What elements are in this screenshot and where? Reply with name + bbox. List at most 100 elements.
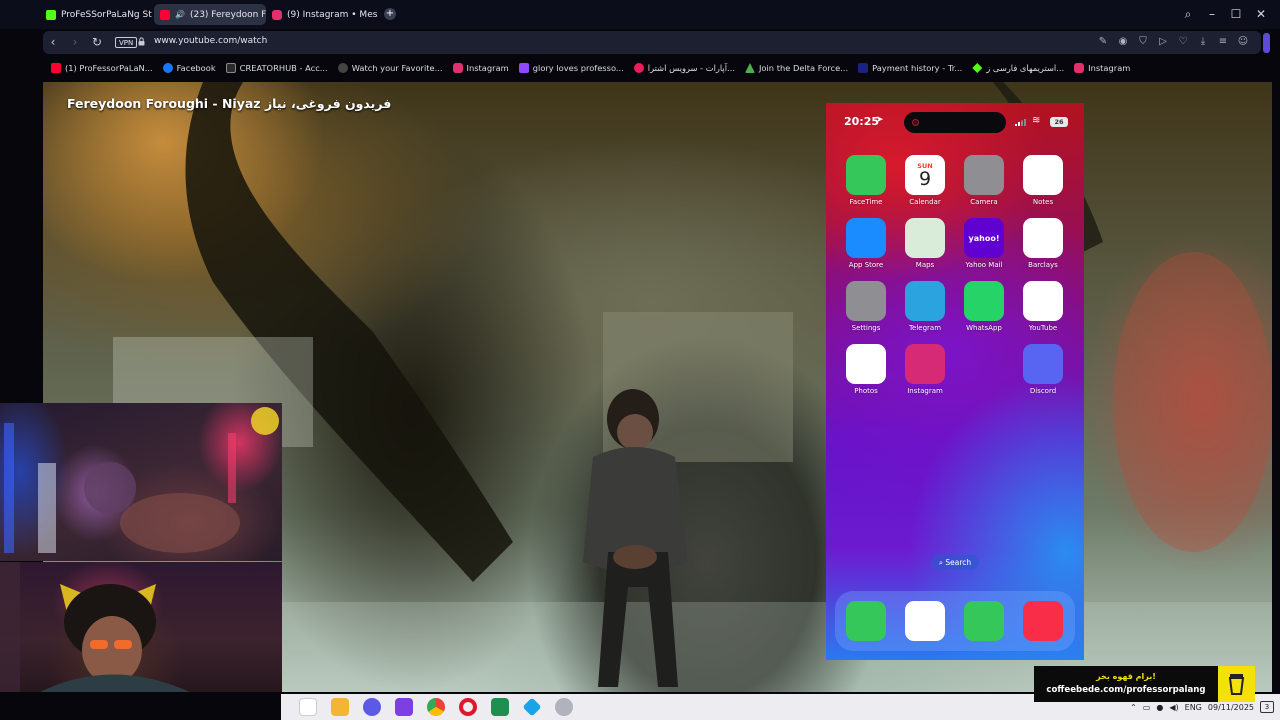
back-button[interactable]: ‹ [45, 34, 61, 50]
vpn-badge[interactable]: VPN [115, 37, 138, 48]
tab-instagram[interactable]: (9) Instagram • Messages [266, 4, 378, 25]
notification-badge[interactable]: 3 [1260, 701, 1274, 713]
settings-icon [846, 281, 886, 321]
bookmark-item[interactable]: Facebook [162, 63, 216, 73]
opera-icon[interactable] [459, 698, 477, 716]
gem-icon [972, 63, 983, 73]
app-discord[interactable]: Discord [1013, 344, 1073, 395]
sidebar-toggle[interactable] [1263, 33, 1270, 53]
safari-icon[interactable] [905, 601, 945, 641]
bookmark-item[interactable]: glory loves professo... [518, 63, 624, 73]
bookmark-item[interactable]: Instagram [1074, 63, 1130, 73]
discord-icon[interactable] [363, 698, 381, 716]
app-label: Discord [1029, 387, 1057, 395]
bookmark-item[interactable]: استریمهای فارسی ز... [972, 63, 1064, 73]
close-button[interactable]: ✕ [1253, 6, 1269, 22]
app-icon[interactable] [491, 698, 509, 716]
new-tab-button[interactable]: + [384, 8, 396, 20]
mic-icon[interactable]: ● [1156, 703, 1163, 712]
music-icon[interactable] [1023, 601, 1063, 641]
bookmark-label: Join the Delta Force... [758, 63, 849, 73]
app-label: Instagram [907, 387, 943, 395]
phone-home-screen: 20:25 ➤ ≋ 26 ⌕ Search FaceTime SUN 9 Calend… [826, 103, 1084, 660]
profile-icon[interactable]: ☺ [1236, 35, 1250, 49]
chevron-up-icon[interactable]: ⌃ [1130, 703, 1137, 712]
app-calendar[interactable]: SUN 9 Calendar [895, 155, 955, 206]
coffee-cup-icon [1218, 666, 1255, 702]
messages-icon[interactable] [964, 601, 1004, 641]
minimize-button[interactable]: – [1204, 6, 1220, 22]
snapshot-icon[interactable]: ◉ [1116, 35, 1130, 49]
app-maps[interactable]: Maps [895, 218, 955, 269]
speaker-icon[interactable]: 🔊 [175, 10, 185, 19]
bookmark-item[interactable]: (1) ProFessorPaLaN... [51, 63, 153, 73]
bookmark-label: CREATORHUB - Acc... [239, 63, 328, 73]
bookmark-item[interactable]: Instagram [452, 63, 509, 73]
search-tabs-icon[interactable]: ⌕ [1180, 6, 1196, 22]
tab-youtube[interactable]: 🔊 (23) Fereydoon Forou [154, 4, 266, 25]
bookmark-item[interactable]: Payment history - Tr... [858, 63, 962, 73]
app-icon[interactable] [522, 697, 542, 717]
signal-icon [1015, 119, 1026, 126]
instagram-icon [1074, 63, 1085, 73]
bookmark-item[interactable]: آپارات - سرویس اشترا... [633, 63, 735, 73]
chrome-icon[interactable] [427, 698, 445, 716]
app-instagram[interactable]: Instagram [895, 344, 955, 395]
bookmarks-bar: (1) ProFessorPaLaN... Facebook CREATORHU… [43, 58, 1268, 78]
instagram-icon [272, 9, 282, 20]
photos-icon [846, 344, 886, 384]
bookmark-item[interactable]: Join the Delta Force... [744, 63, 849, 73]
dynamic-island [904, 112, 1006, 133]
calendar-date: 9 [918, 167, 932, 190]
app-icon[interactable] [395, 698, 413, 716]
clock[interactable]: 09/11/2025 [1208, 703, 1254, 712]
instagram-icon [905, 344, 945, 384]
banner-url: coffeebede.com/professorpalang [1046, 685, 1206, 695]
bookmark-item[interactable]: Watch your Favorite... [337, 63, 443, 73]
reload-button[interactable]: ↻ [89, 34, 105, 50]
volume-icon[interactable]: ◀) [1169, 703, 1178, 712]
app-facetime[interactable]: FaceTime [836, 155, 896, 206]
bookmark-item[interactable]: CREATORHUB - Acc... [225, 63, 328, 73]
tab-kick-stream[interactable]: ProFeSSorPaLaNg Stream [40, 4, 152, 25]
app-notes[interactable]: Notes [1013, 155, 1073, 206]
app-app-store[interactable]: App Store [836, 218, 896, 269]
maps-icon [905, 218, 945, 258]
play-icon[interactable]: ▷ [1156, 35, 1170, 49]
bookmark-label: استریمهای فارسی ز... [986, 63, 1065, 73]
download-icon[interactable]: ⤓ [1196, 35, 1210, 49]
maximize-button[interactable]: ☐ [1228, 6, 1244, 22]
phone-icon[interactable] [846, 601, 886, 641]
screen: ProFeSSorPaLaNg Stream 🔊 (23) Fereydoon … [0, 0, 1280, 720]
heart-icon[interactable]: ♡ [1176, 35, 1190, 49]
recording-icon [912, 119, 919, 126]
app-icon[interactable] [555, 698, 573, 716]
app-barclays[interactable]: Barclays [1013, 218, 1073, 269]
app-settings[interactable]: Settings [836, 281, 896, 332]
app-yahoo-mail[interactable]: yahoo! Yahoo Mail [954, 218, 1014, 269]
lock-icon[interactable] [138, 37, 145, 46]
wifi-icon: ≋ [1032, 115, 1041, 126]
app-label: App Store [848, 261, 884, 269]
app-whatsapp[interactable]: WhatsApp [954, 281, 1014, 332]
edit-icon[interactable]: ✎ [1096, 35, 1110, 49]
app-camera[interactable]: Camera [954, 155, 1014, 206]
app-label: Yahoo Mail [965, 261, 1003, 269]
app-label: Calendar [909, 198, 941, 206]
app-label: Settings [851, 324, 881, 332]
app-photos[interactable]: Photos [836, 344, 896, 395]
bookmark-label: Facebook [176, 63, 216, 73]
creatorhub-icon [225, 63, 236, 73]
language-indicator[interactable]: ENG [1185, 703, 1202, 712]
app-telegram[interactable]: Telegram [895, 281, 955, 332]
file-explorer-icon[interactable] [331, 698, 349, 716]
bookmark-label: (1) ProFessorPaLaN... [65, 63, 153, 73]
shield-icon[interactable]: ⛉ [1136, 35, 1150, 49]
spotlight-search[interactable]: ⌕ Search [931, 555, 979, 570]
app-youtube[interactable]: YouTube [1013, 281, 1073, 332]
menu-icon[interactable]: ≡ [1216, 35, 1230, 49]
url-field[interactable]: www.youtube.com/watch [154, 36, 267, 46]
network-icon[interactable]: ▭ [1143, 703, 1151, 712]
file-icon[interactable] [299, 698, 317, 716]
forward-button[interactable]: › [67, 34, 83, 50]
